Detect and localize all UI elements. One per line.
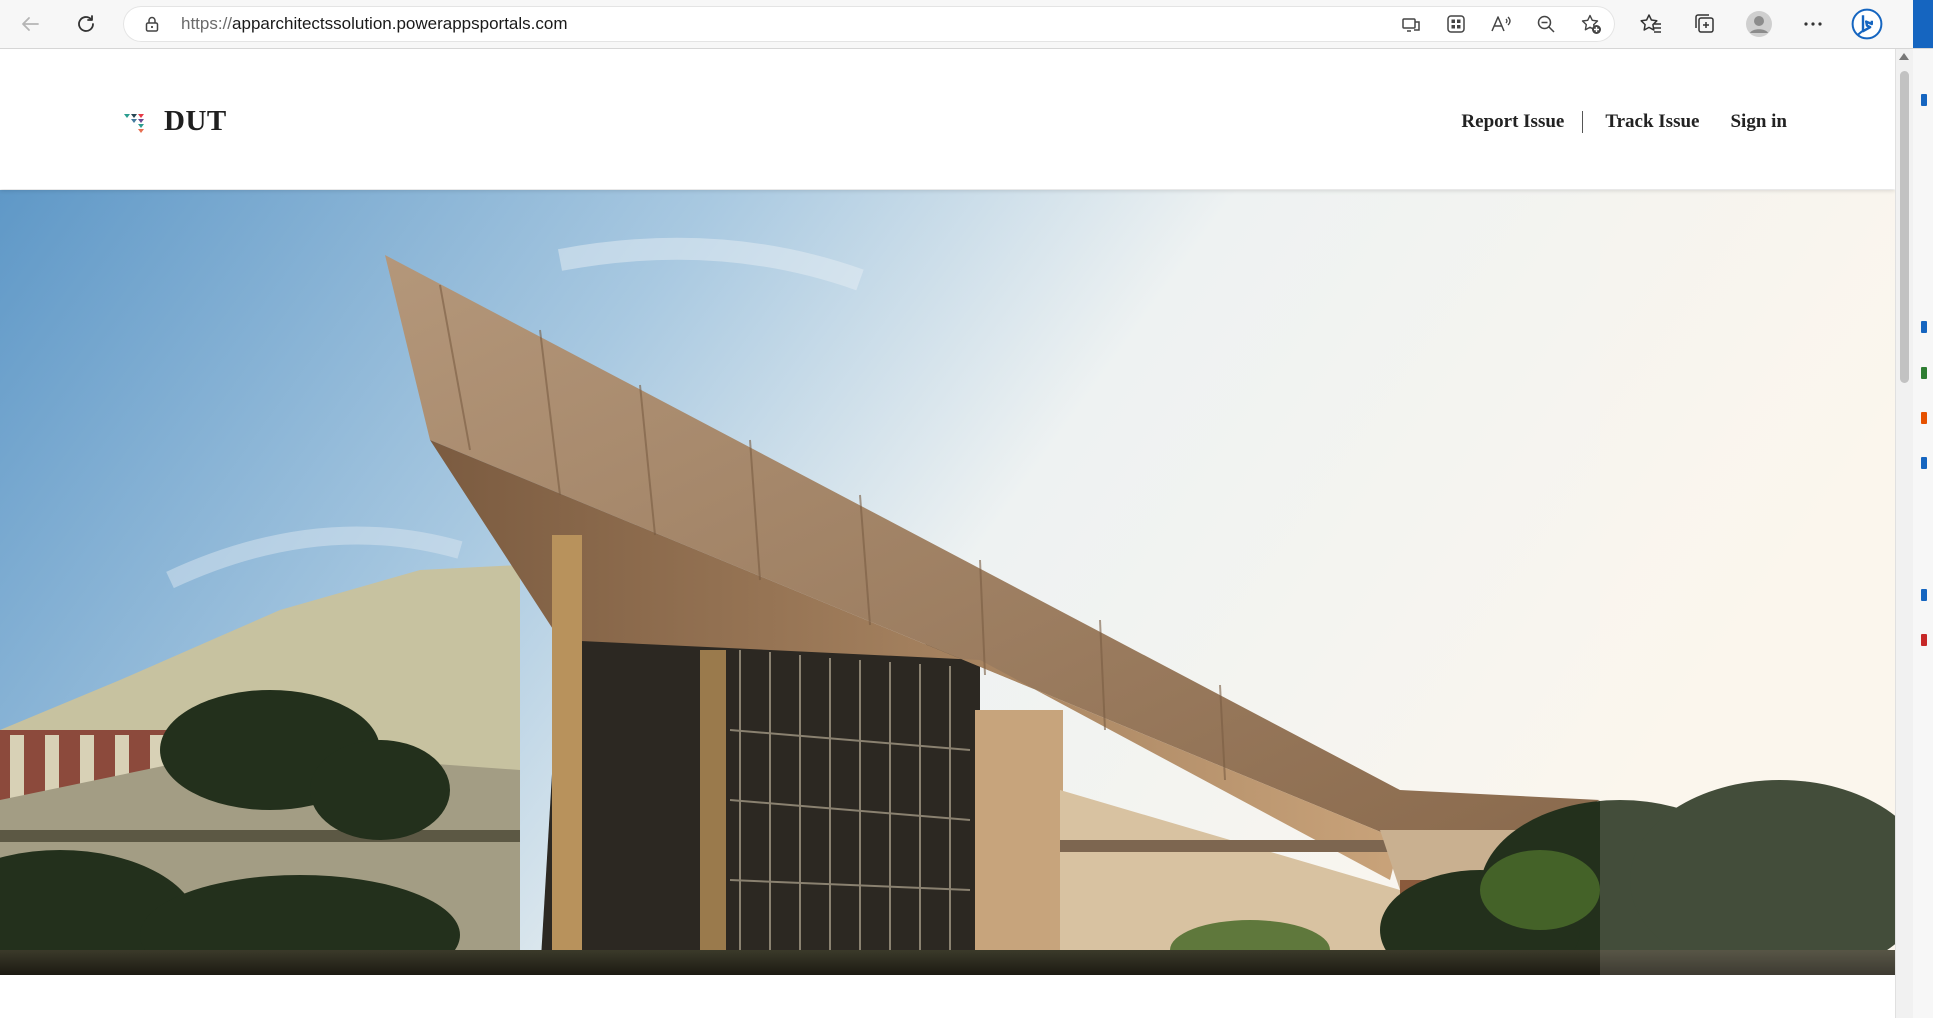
- back-arrow-icon: [22, 17, 39, 31]
- page-viewport: DUT Report Issue Track Issue Sign in: [0, 49, 1895, 1018]
- sidebar-item-icon[interactable]: [1921, 367, 1927, 379]
- sidebar-item-icon[interactable]: [1921, 321, 1927, 333]
- bing-chat-icon[interactable]: [1851, 8, 1883, 40]
- site-nav: Report Issue Track Issue Sign in: [1461, 111, 1787, 133]
- refresh-icon: [78, 15, 94, 32]
- immersive-reader-icon[interactable]: [1399, 12, 1423, 36]
- browser-toolbar: https://apparchitectssolution.powerappsp…: [0, 0, 1933, 49]
- sidebar-accent: [1913, 0, 1933, 48]
- lock-icon[interactable]: [143, 15, 161, 33]
- sign-in-link[interactable]: Sign in: [1730, 111, 1787, 133]
- sidebar-item-icon[interactable]: [1921, 589, 1927, 601]
- brand-name: DUT: [164, 105, 227, 137]
- track-issue-link[interactable]: Track Issue: [1605, 111, 1699, 133]
- zoom-out-icon[interactable]: [1534, 12, 1558, 36]
- edge-sidebar: [1913, 49, 1933, 1018]
- campus-building-photo: [0, 190, 1895, 975]
- url-host: apparchitectssolution.powerappsportals.c…: [232, 14, 568, 33]
- more-menu-icon[interactable]: [1797, 8, 1829, 40]
- url-scheme: https://: [181, 14, 233, 33]
- sidebar-item-icon[interactable]: [1921, 457, 1927, 469]
- read-aloud-icon[interactable]: [1489, 12, 1513, 36]
- refresh-button[interactable]: [70, 8, 102, 40]
- apps-icon[interactable]: [1444, 12, 1468, 36]
- vertical-scrollbar[interactable]: [1895, 49, 1913, 1018]
- dut-logo-icon: [124, 113, 144, 133]
- favorites-icon[interactable]: [1635, 8, 1667, 40]
- profile-avatar[interactable]: [1743, 8, 1775, 40]
- hero-image: [0, 190, 1895, 975]
- nav-divider: [1582, 111, 1584, 133]
- back-button[interactable]: [14, 8, 46, 40]
- sidebar-item-icon[interactable]: [1921, 412, 1927, 424]
- site-header: DUT Report Issue Track Issue Sign in: [0, 49, 1895, 189]
- address-bar[interactable]: https://apparchitectssolution.powerappsp…: [123, 6, 1615, 42]
- brand[interactable]: DUT: [122, 105, 227, 138]
- collections-icon[interactable]: [1689, 8, 1721, 40]
- sidebar-item-icon[interactable]: [1921, 94, 1927, 106]
- sidebar-item-icon[interactable]: [1921, 634, 1927, 646]
- scroll-up-arrow[interactable]: [1899, 53, 1909, 60]
- url-text[interactable]: https://apparchitectssolution.powerappsp…: [181, 14, 568, 34]
- report-issue-link[interactable]: Report Issue: [1461, 111, 1564, 133]
- scrollbar-thumb[interactable]: [1900, 71, 1909, 383]
- add-favorite-icon[interactable]: [1579, 12, 1603, 36]
